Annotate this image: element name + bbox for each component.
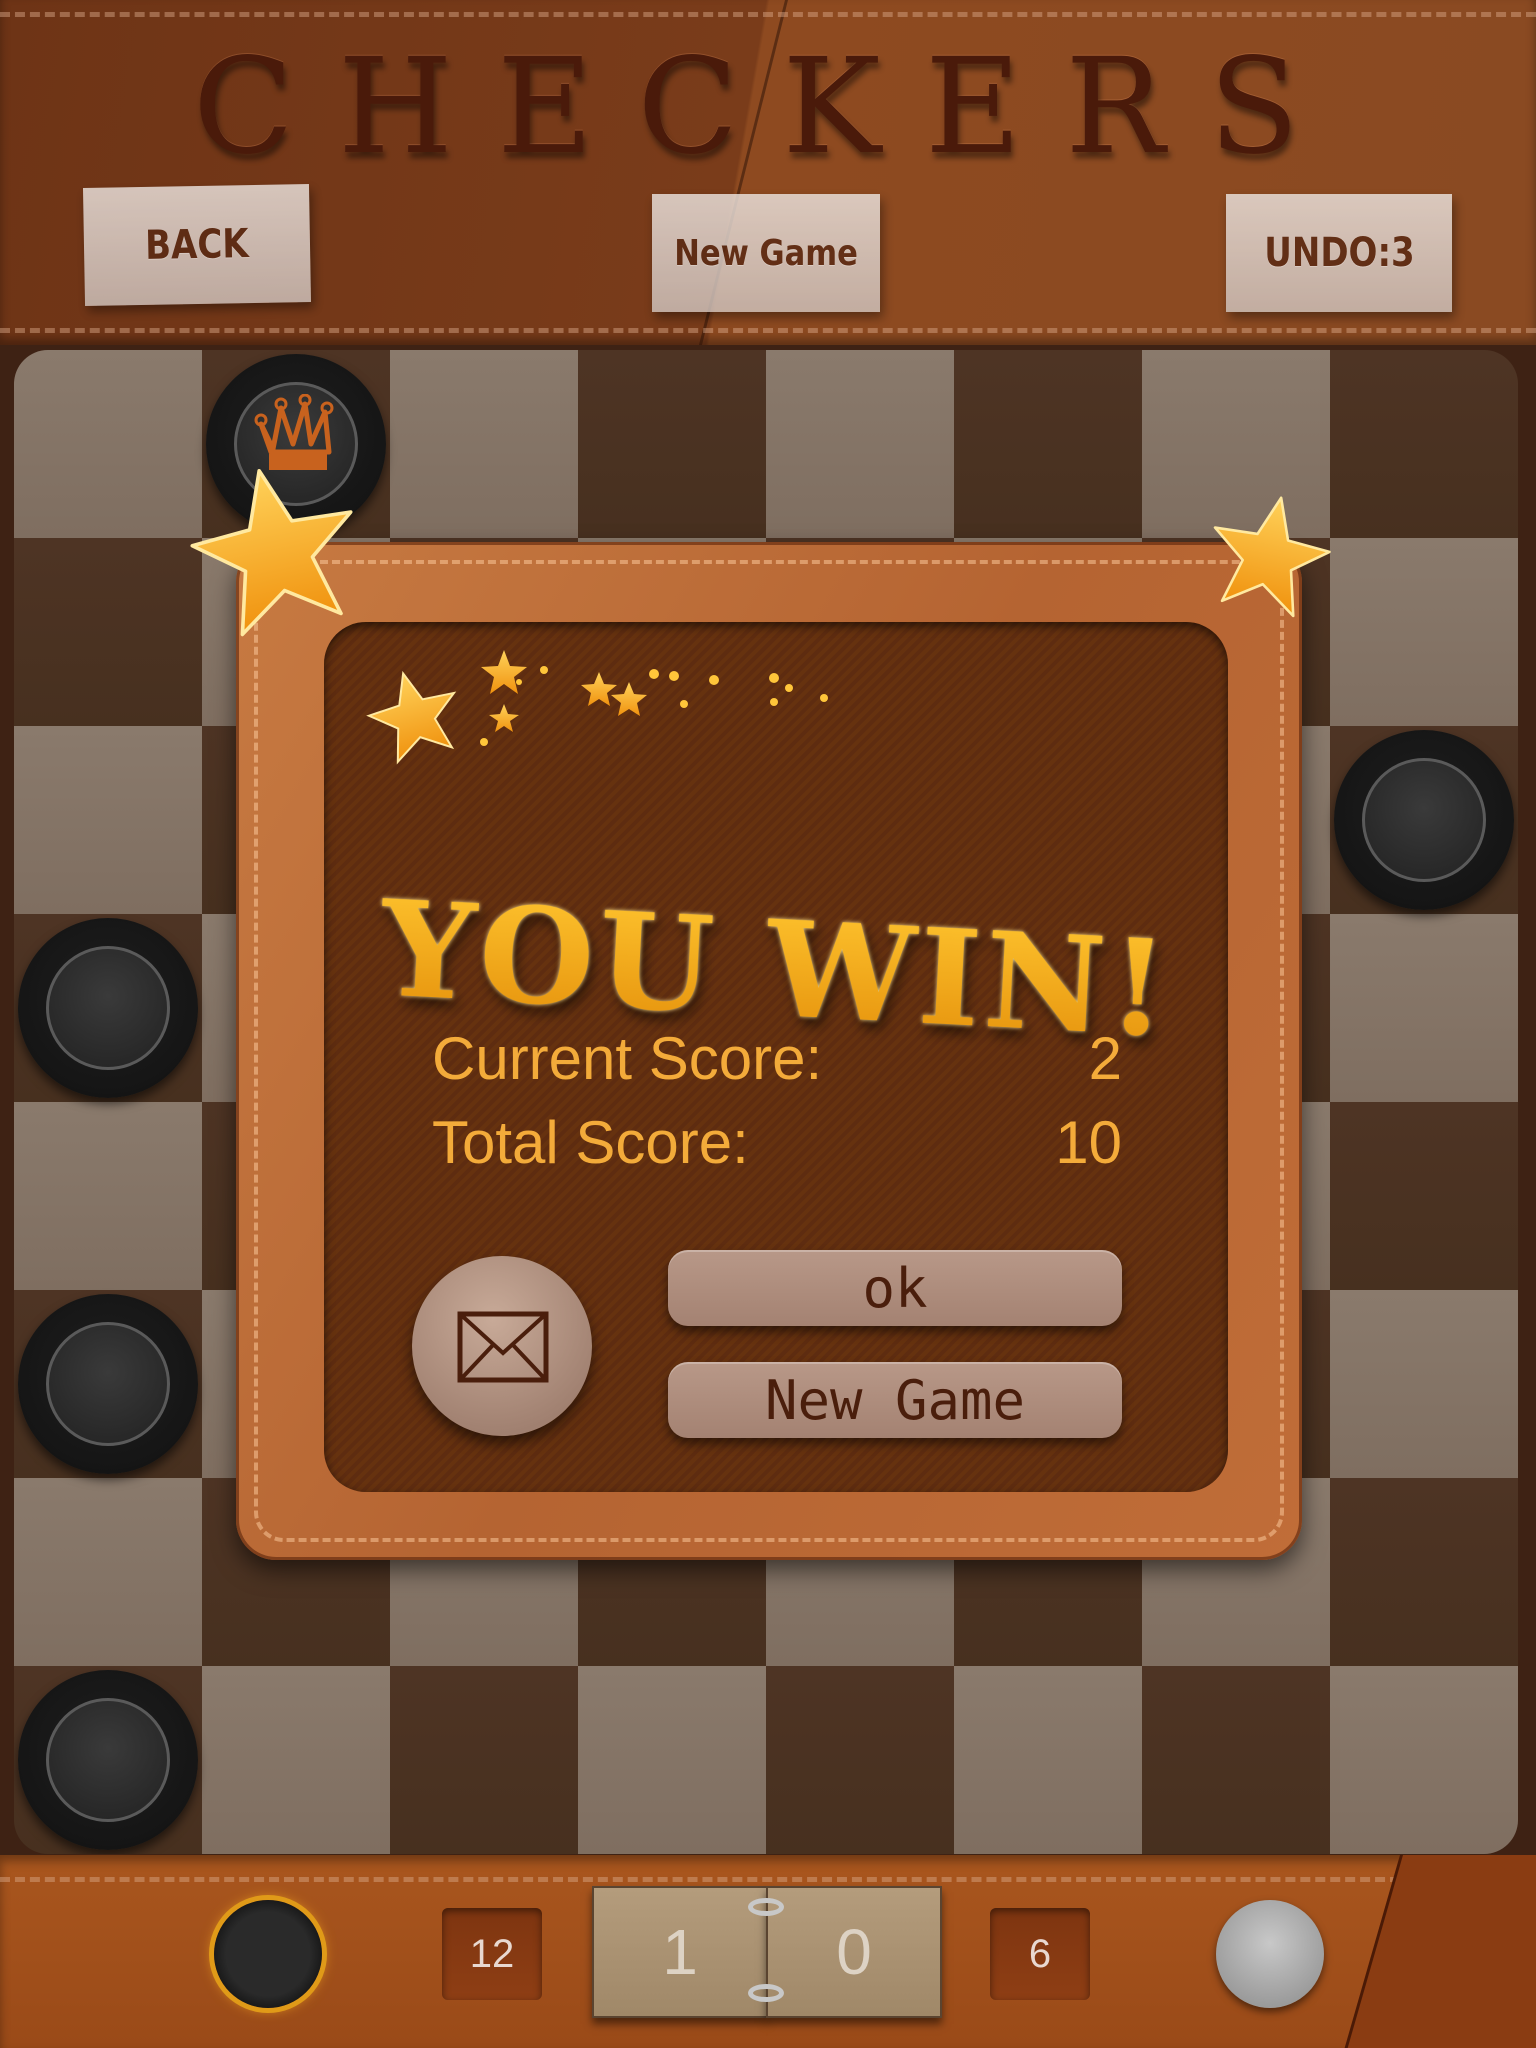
board-square[interactable] [954, 1666, 1142, 1854]
header-stitch-top [0, 12, 1536, 17]
sparkle-stars-icon [366, 650, 828, 765]
black-player-indicator [214, 1900, 322, 2008]
piece-ring [46, 1322, 170, 1446]
board-square[interactable] [202, 1666, 390, 1854]
black-piece[interactable] [18, 1294, 198, 1474]
total-score-value: 10 [1055, 1109, 1122, 1176]
board-square[interactable] [954, 350, 1142, 538]
current-score-row: Current Score: 2 [432, 1024, 1122, 1093]
total-score-label: Total Score: [432, 1109, 749, 1176]
current-score-value: 2 [1088, 1025, 1122, 1092]
board-square[interactable] [14, 538, 202, 726]
app-title: CHECKERS [192, 30, 1344, 184]
black-piece[interactable] [1334, 730, 1514, 910]
current-score-label: Current Score: [432, 1025, 823, 1092]
header-stitch-bottom [0, 328, 1536, 333]
header-new-game-button[interactable]: New Game [652, 194, 880, 312]
piece-ring [46, 1698, 170, 1822]
board-square[interactable] [390, 350, 578, 538]
binder-ring-icon [748, 1898, 784, 1916]
black-pieces-count: 12 [442, 1908, 542, 2000]
total-score-row: Total Score: 10 [432, 1108, 1122, 1177]
star-icon [1213, 496, 1331, 618]
board-square[interactable] [14, 350, 202, 538]
envelope-icon [457, 1311, 549, 1383]
board-square[interactable] [1330, 914, 1518, 1102]
white-player-indicator [1216, 1900, 1324, 2008]
footer-stitch [0, 1877, 1400, 1882]
undo-button[interactable]: UNDO:3 [1226, 194, 1452, 312]
undo-button-label: UNDO:3 [1263, 230, 1415, 276]
board-square[interactable] [1330, 1290, 1518, 1478]
board-square[interactable] [1142, 1666, 1330, 1854]
piece-ring [1362, 758, 1486, 882]
board-square[interactable] [1330, 350, 1518, 538]
header-bar: CHECKERS BACK New Game UNDO:3 [0, 0, 1536, 345]
back-button-label: BACK [144, 221, 250, 269]
board-square[interactable] [1330, 1666, 1518, 1854]
board-square[interactable] [14, 1102, 202, 1290]
board-square[interactable] [1330, 1478, 1518, 1666]
dialog-new-game-button[interactable]: New Game [668, 1362, 1122, 1438]
board-square[interactable] [1330, 1102, 1518, 1290]
score-card-right: 0 [766, 1886, 942, 2018]
black-piece[interactable] [18, 918, 198, 1098]
board-square[interactable] [390, 1666, 578, 1854]
board-square[interactable] [14, 1478, 202, 1666]
black-piece[interactable] [18, 1670, 198, 1850]
binder-ring-icon [748, 1984, 784, 2002]
star-icon [190, 468, 353, 637]
board-square[interactable] [578, 1666, 766, 1854]
board-square[interactable] [766, 1666, 954, 1854]
board-square[interactable] [1330, 538, 1518, 726]
board-square[interactable] [14, 726, 202, 914]
share-email-button[interactable] [412, 1256, 592, 1436]
piece-ring [46, 946, 170, 1070]
white-pieces-count: 6 [990, 1908, 1090, 2000]
board-square[interactable] [578, 350, 766, 538]
ok-button-label: ok [862, 1256, 928, 1320]
board-square[interactable] [766, 350, 954, 538]
header-new-game-label: New Game [674, 232, 858, 274]
back-button[interactable]: BACK [82, 184, 312, 306]
ok-button[interactable]: ok [668, 1250, 1122, 1326]
score-card-left: 1 [592, 1886, 768, 2018]
dialog-new-game-label: New Game [764, 1368, 1026, 1432]
